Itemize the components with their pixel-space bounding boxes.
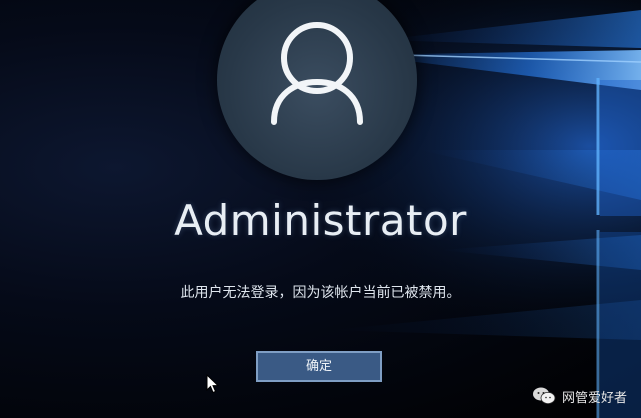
ok-button[interactable]: 确定 <box>256 351 382 382</box>
watermark: 网管爱好者 <box>532 386 627 406</box>
wechat-icon <box>532 387 556 404</box>
user-avatar-icon <box>271 22 363 125</box>
mouse-pointer-icon <box>206 374 220 394</box>
error-message: 此用户无法登录，因为该帐户当前已被禁用。 <box>180 285 461 301</box>
user-avatar <box>217 0 417 180</box>
lock-screen: Administrator 此用户无法登录，因为该帐户当前已被禁用。 确定 网管… <box>0 0 641 418</box>
watermark-text: 网管爱好者 <box>561 390 627 406</box>
username-label: Administrator <box>174 196 467 245</box>
